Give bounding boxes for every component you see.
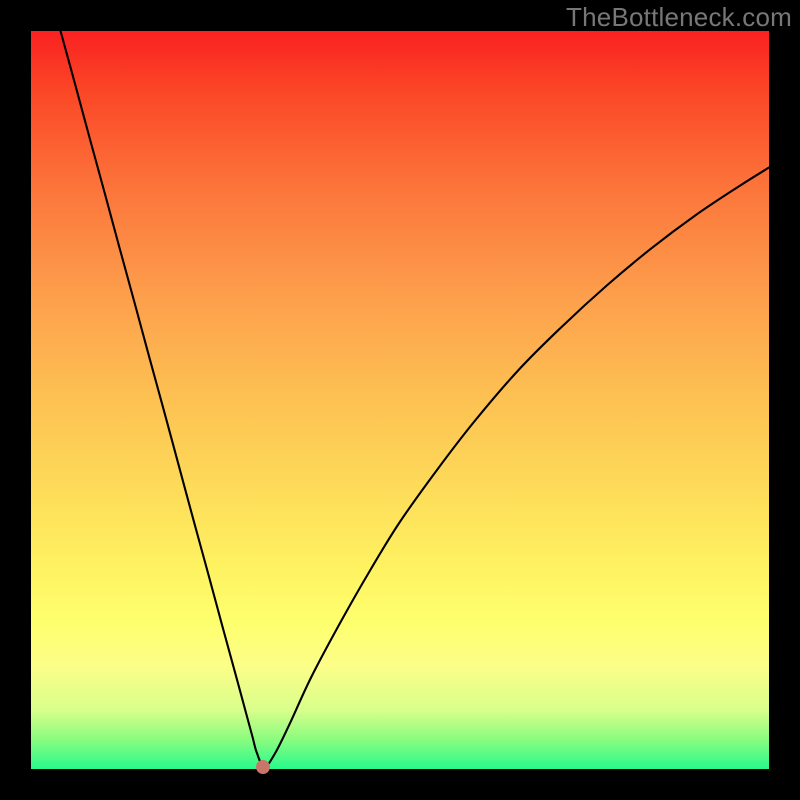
curve-layer: [31, 31, 769, 769]
minimum-marker: [256, 760, 270, 774]
chart-frame: TheBottleneck.com: [0, 0, 800, 800]
watermark-label: TheBottleneck.com: [566, 2, 792, 33]
bottleneck-curve: [61, 31, 769, 767]
